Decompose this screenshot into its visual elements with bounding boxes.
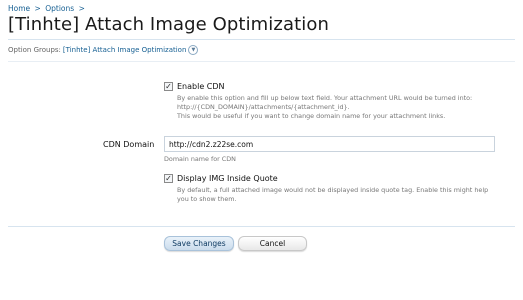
checkmark-icon: ✓ bbox=[165, 81, 172, 91]
display-img-inside-quote-checkbox[interactable]: ✓ bbox=[164, 174, 173, 183]
cdn-domain-label: CDN Domain bbox=[103, 140, 155, 149]
explain-line: http://{CDN_DOMAIN}/attachments/{attachm… bbox=[177, 103, 350, 111]
enable-cdn-checkbox[interactable]: ✓ bbox=[164, 82, 173, 91]
option-groups-selector: Option Groups: [Tinhte] Attach Image Opt… bbox=[8, 45, 199, 55]
page-title: [Tinhte] Attach Image Optimization bbox=[8, 14, 329, 35]
display-img-inside-quote-explain: By default, a full attached image would … bbox=[177, 186, 512, 204]
option-group-link[interactable]: [Tinhte] Attach Image Optimization bbox=[63, 46, 187, 54]
breadcrumb: Home > Options > bbox=[8, 4, 87, 13]
breadcrumb-separator: > bbox=[78, 4, 85, 13]
cdn-domain-input[interactable] bbox=[164, 136, 495, 152]
save-changes-button[interactable]: Save Changes bbox=[164, 236, 234, 251]
breadcrumb-home-link[interactable]: Home bbox=[8, 4, 30, 13]
explain-line: you to show them. bbox=[177, 195, 237, 203]
breadcrumb-separator: > bbox=[34, 4, 41, 13]
breadcrumb-options-link[interactable]: Options bbox=[45, 4, 74, 13]
title-divider bbox=[8, 39, 515, 40]
explain-line: This would be useful if you want to chan… bbox=[177, 112, 446, 120]
cdn-domain-explain: Domain name for CDN bbox=[164, 155, 236, 163]
chevron-down-icon[interactable]: ▼ bbox=[188, 45, 199, 55]
explain-line: By enable this option and fill up below … bbox=[177, 94, 473, 102]
display-img-inside-quote-label[interactable]: Display IMG Inside Quote bbox=[177, 174, 278, 183]
enable-cdn-explain: By enable this option and fill up below … bbox=[177, 94, 507, 121]
explain-line: By default, a full attached image would … bbox=[177, 186, 489, 194]
enable-cdn-label[interactable]: Enable CDN bbox=[177, 82, 225, 91]
checkmark-icon: ✓ bbox=[165, 173, 172, 183]
options-panel-divider bbox=[8, 61, 515, 62]
option-groups-label: Option Groups: bbox=[8, 46, 61, 54]
cancel-button[interactable]: Cancel bbox=[238, 236, 307, 251]
form-divider bbox=[8, 226, 515, 227]
